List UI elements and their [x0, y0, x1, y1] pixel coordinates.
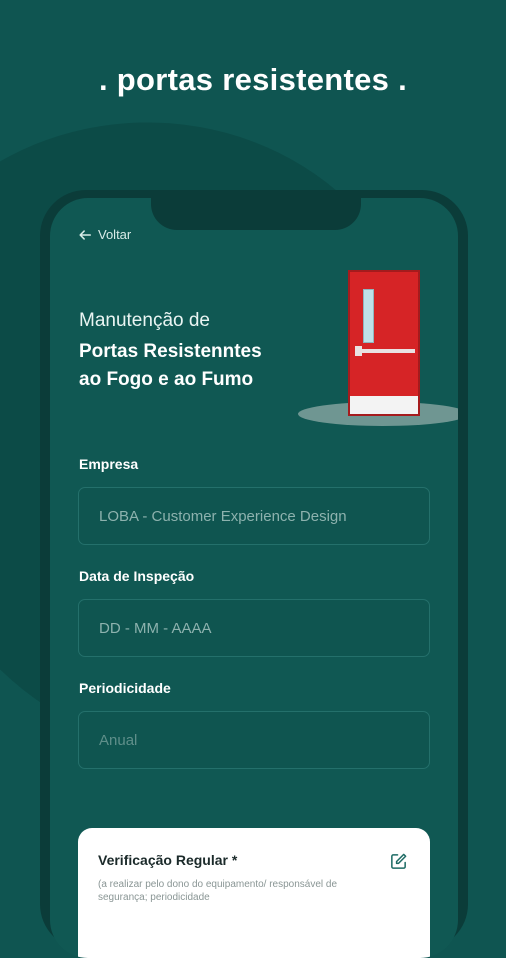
door-push-bar — [360, 349, 415, 353]
door-kick-plate — [350, 396, 418, 414]
data-inspecao-field[interactable]: DD - MM - AAAA — [78, 599, 430, 657]
periodicidade-label: Periodicidade — [79, 680, 171, 696]
page-title-line3: ao Fogo e ao Fumo — [79, 369, 254, 390]
door-window — [363, 289, 374, 343]
edit-icon[interactable] — [389, 852, 408, 871]
empresa-field[interactable]: LOBA - Customer Experience Design — [78, 487, 430, 545]
card-subtitle: (a realizar pelo dono do equipamento/ re… — [98, 879, 338, 903]
promo-headline: . portas resistentes . — [98, 62, 408, 97]
verificacao-card[interactable]: Verificação Regular * (a realizar pelo d… — [78, 828, 430, 958]
fire-door-illustration — [348, 270, 420, 416]
phone-notch — [151, 198, 361, 230]
page-title-bold: Portas Resistenntes ao Fogo e ao Fumo — [79, 338, 262, 394]
back-label: Voltar — [98, 227, 132, 242]
data-inspecao-label: Data de Inspeção — [79, 568, 195, 584]
page-title-line2: Portas Resistenntes — [79, 341, 262, 362]
empresa-label: Empresa — [79, 456, 139, 472]
page-title-line1: Manutenção de — [79, 310, 210, 331]
back-button[interactable]: Voltar — [78, 227, 131, 242]
app-screen: Voltar Manutenção de Portas Resistenntes… — [50, 198, 458, 958]
periodicidade-field[interactable]: Anual — [78, 711, 430, 769]
card-title: Verificação Regular * — [98, 852, 238, 868]
arrow-left-icon — [79, 229, 92, 240]
